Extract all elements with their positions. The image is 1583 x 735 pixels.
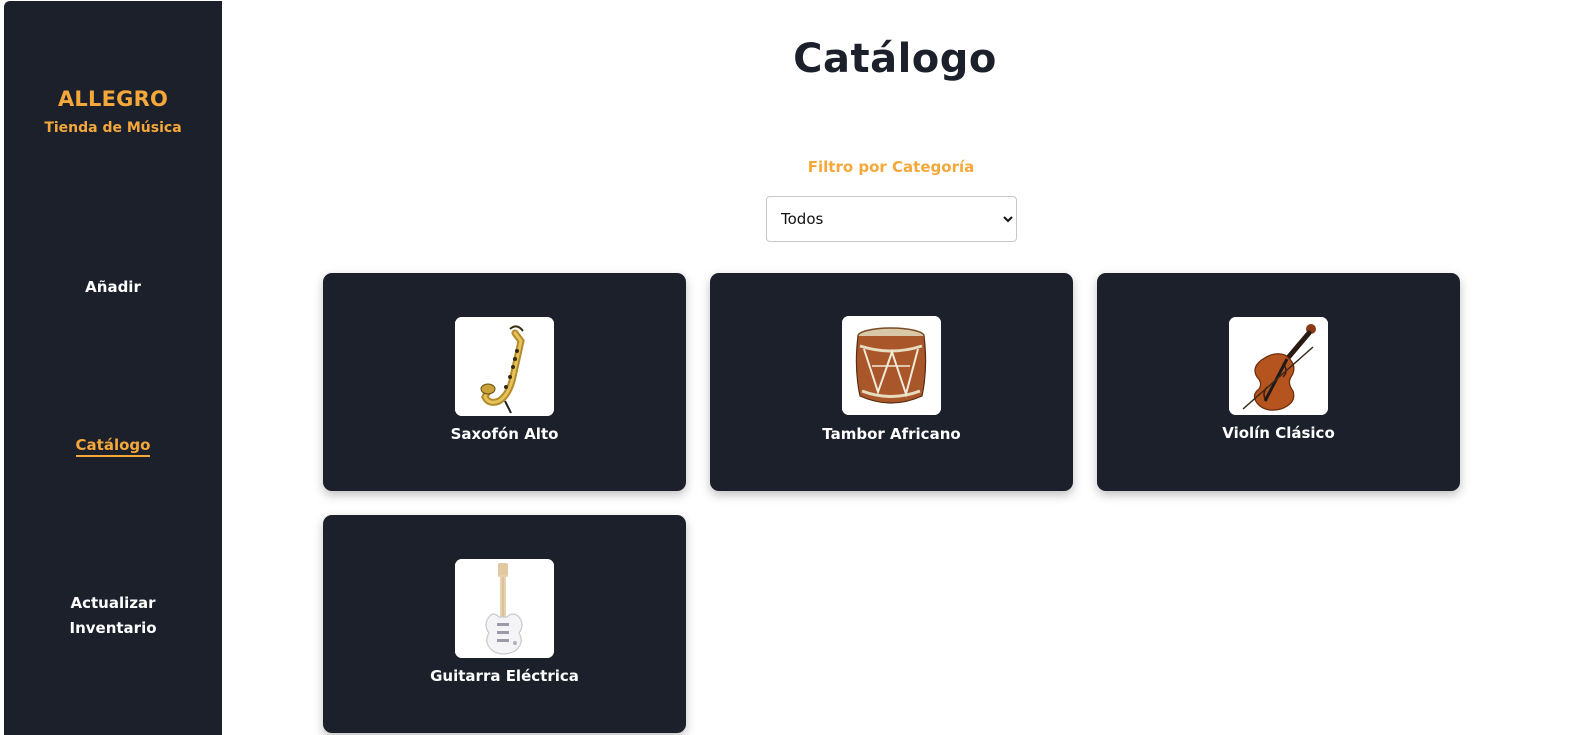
- nav-item-label: Añadir: [85, 278, 141, 296]
- category-filter-select[interactable]: Todos: [766, 196, 1017, 242]
- sidebar: ALLEGRO Tienda de Música Añadir Catálogo…: [4, 1, 222, 735]
- nav-item-label: Actualizar Inventario: [69, 594, 157, 637]
- saxophone-icon: [455, 317, 554, 416]
- product-name: Guitarra Eléctrica: [430, 667, 579, 685]
- filter-label: Filtro por Categoría: [807, 158, 975, 176]
- nav-item-label: Catálogo: [75, 436, 151, 457]
- product-name: Tambor Africano: [822, 425, 961, 443]
- product-card[interactable]: Guitarra Eléctrica: [323, 515, 686, 733]
- electric-guitar-icon: [455, 559, 554, 658]
- product-name: Violín Clásico: [1222, 424, 1335, 442]
- nav-item-anadir[interactable]: Añadir: [4, 275, 222, 300]
- app-root: ALLEGRO Tienda de Música Añadir Catálogo…: [0, 0, 1583, 735]
- product-card[interactable]: Violín Clásico: [1097, 273, 1460, 491]
- product-card[interactable]: Saxofón Alto: [323, 273, 686, 491]
- brand-subtitle: Tienda de Música: [44, 120, 182, 136]
- brand-title: ALLEGRO: [57, 87, 169, 111]
- product-name: Saxofón Alto: [450, 425, 559, 443]
- product-card[interactable]: Tambor Africano: [710, 273, 1073, 491]
- page-title: Catálogo: [793, 36, 997, 82]
- nav-item-actualizar-inventario[interactable]: Actualizar Inventario: [4, 591, 222, 641]
- violin-icon: [1229, 317, 1328, 415]
- nav-item-catalogo[interactable]: Catálogo: [4, 433, 222, 458]
- drum-icon: [842, 316, 941, 415]
